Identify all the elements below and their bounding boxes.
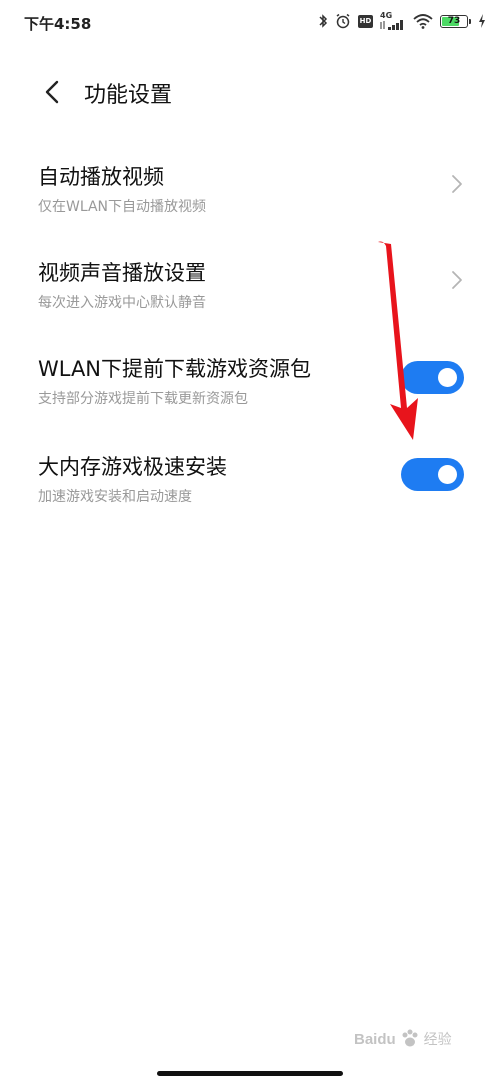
- toggle-knob: [438, 465, 457, 484]
- hd-icon: HD: [358, 14, 373, 28]
- setting-video-sound[interactable]: 视频声音播放设置 每次进入游戏中心默认静音: [0, 257, 500, 347]
- baidu-watermark: Baidu 经验: [354, 1028, 452, 1050]
- title-bar: 功能设置: [0, 66, 500, 116]
- setting-fast-install: 大内存游戏极速安装 加速游戏安装和启动速度: [0, 451, 500, 541]
- paw-icon: [402, 1029, 418, 1047]
- setting-subtitle: 加速游戏安装和启动速度: [38, 489, 192, 505]
- setting-title: 大内存游戏极速安装: [38, 455, 227, 479]
- status-bar: 下午4:58 HD 4G 73: [0, 0, 500, 46]
- battery-level: 73: [447, 16, 461, 26]
- fast-install-toggle[interactable]: [401, 458, 464, 491]
- chevron-right-icon: [452, 175, 462, 193]
- watermark-sub: 经验: [423, 1032, 452, 1048]
- toggle-knob: [438, 368, 457, 387]
- setting-wlan-predownload: WLAN下提前下载游戏资源包 支持部分游戏提前下载更新资源包: [0, 353, 500, 443]
- setting-subtitle: 支持部分游戏提前下载更新资源包: [38, 391, 248, 407]
- wlan-predownload-toggle[interactable]: [401, 361, 464, 394]
- status-time: 下午4:58: [24, 15, 92, 33]
- alarm-icon: [335, 13, 351, 29]
- network-type: 4G: [380, 11, 393, 20]
- setting-autoplay-video[interactable]: 自动播放视频 仅在WLAN下自动播放视频: [0, 161, 500, 251]
- battery-icon: 73: [440, 14, 471, 28]
- back-button[interactable]: [32, 72, 72, 112]
- chevron-right-icon: [452, 271, 462, 289]
- cellular-signal-icon: 4G: [380, 12, 406, 30]
- setting-title: 视频声音播放设置: [38, 261, 206, 285]
- charging-icon: [478, 14, 486, 28]
- back-arrow-icon: [45, 80, 59, 104]
- wifi-icon: [413, 13, 433, 29]
- status-icons: HD 4G 73: [318, 12, 486, 30]
- setting-subtitle: 每次进入游戏中心默认静音: [38, 295, 206, 311]
- setting-title: WLAN下提前下载游戏资源包: [38, 357, 312, 381]
- setting-title: 自动播放视频: [38, 165, 164, 189]
- page-title: 功能设置: [84, 83, 173, 108]
- bluetooth-icon: [318, 13, 328, 29]
- home-indicator[interactable]: [157, 1071, 343, 1076]
- setting-subtitle: 仅在WLAN下自动播放视频: [38, 199, 207, 215]
- watermark-brand: Baidu: [354, 1030, 396, 1048]
